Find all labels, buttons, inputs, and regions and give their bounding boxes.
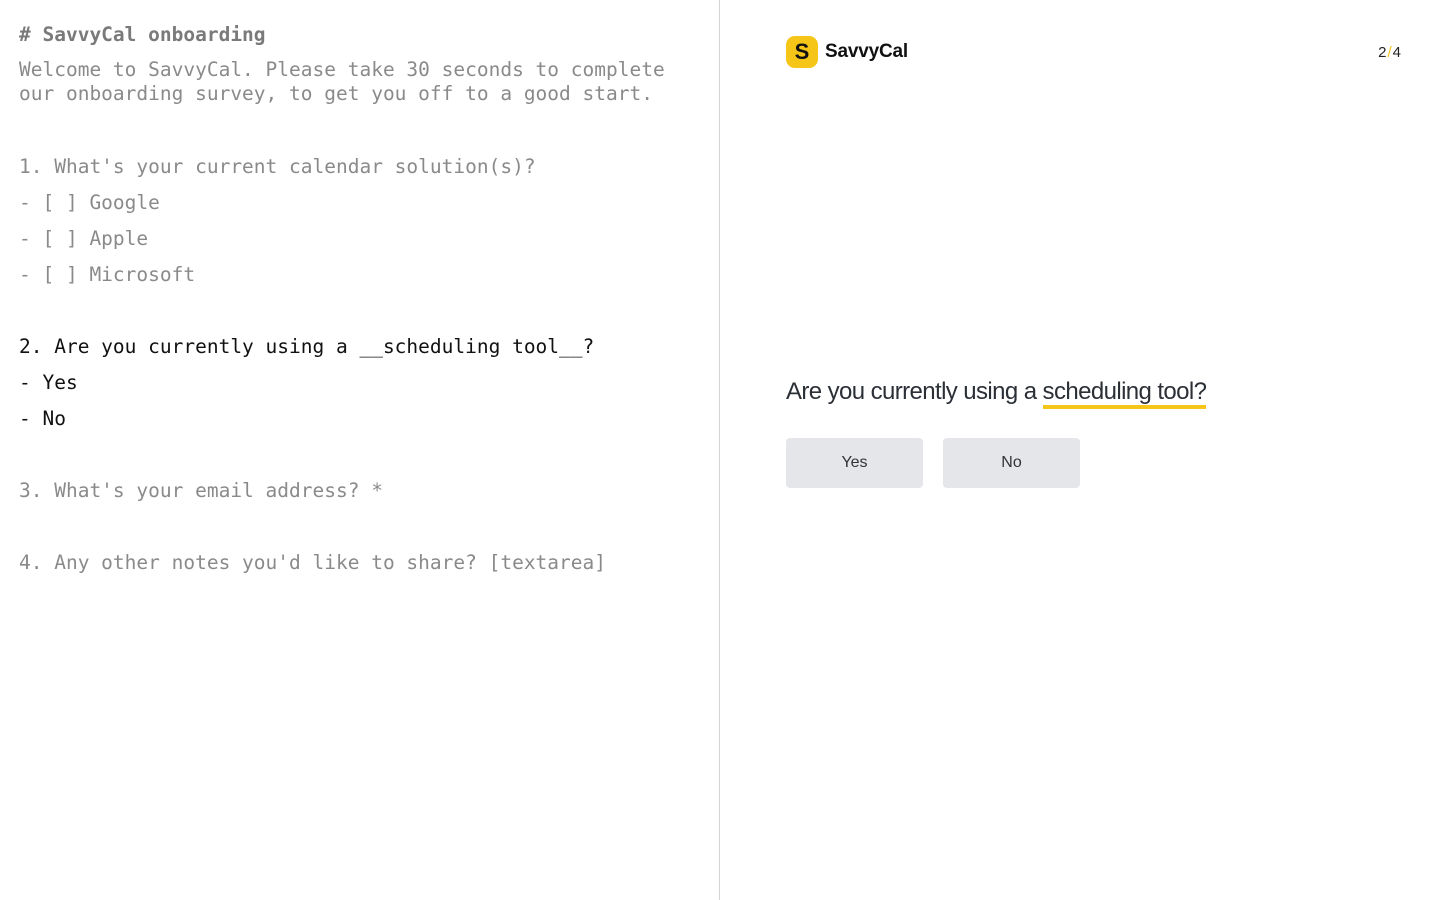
form-preview: S SavvyCal 2/4 Are you currently using a… [721, 0, 1440, 900]
editor-blank-line [19, 298, 719, 334]
yes-button[interactable]: Yes [786, 438, 923, 488]
q2-option-yes: - Yes [19, 371, 78, 394]
editor-blank-line [19, 442, 719, 478]
question-prefix: Are you currently using a [786, 378, 1043, 405]
editor-intro: Welcome to SavvyCal. Please take 30 seco… [19, 58, 677, 105]
editor-blank-line [19, 514, 719, 550]
question-2-text: 2. Are you currently using a __schedulin… [19, 335, 595, 358]
editor-title: # SavvyCal onboarding [19, 23, 266, 46]
brand: S SavvyCal [786, 36, 908, 68]
question-heading: Are you currently using a scheduling too… [786, 378, 1207, 409]
question-4-text: 4. Any other notes you'd like to share? … [19, 551, 606, 574]
question-highlight: scheduling tool? [1042, 378, 1207, 409]
question-3-text: 3. What's your email address? * [19, 479, 383, 502]
step-indicator: 2/4 [1378, 44, 1401, 61]
answer-options: Yes No [786, 438, 1080, 488]
markdown-editor[interactable]: # SavvyCal onboarding Welcome to SavvyCa… [0, 0, 720, 900]
q1-option-google: - [ ] Google [19, 191, 160, 214]
q2-option-no: - No [19, 407, 66, 430]
no-button[interactable]: No [943, 438, 1080, 488]
step-total: 4 [1392, 44, 1401, 61]
brand-name: SavvyCal [825, 41, 908, 62]
question-1-text: 1. What's your current calendar solution… [19, 155, 536, 178]
q1-option-microsoft: - [ ] Microsoft [19, 263, 196, 286]
q1-option-apple: - [ ] Apple [19, 227, 149, 250]
savvycal-logo-icon: S [786, 36, 818, 68]
